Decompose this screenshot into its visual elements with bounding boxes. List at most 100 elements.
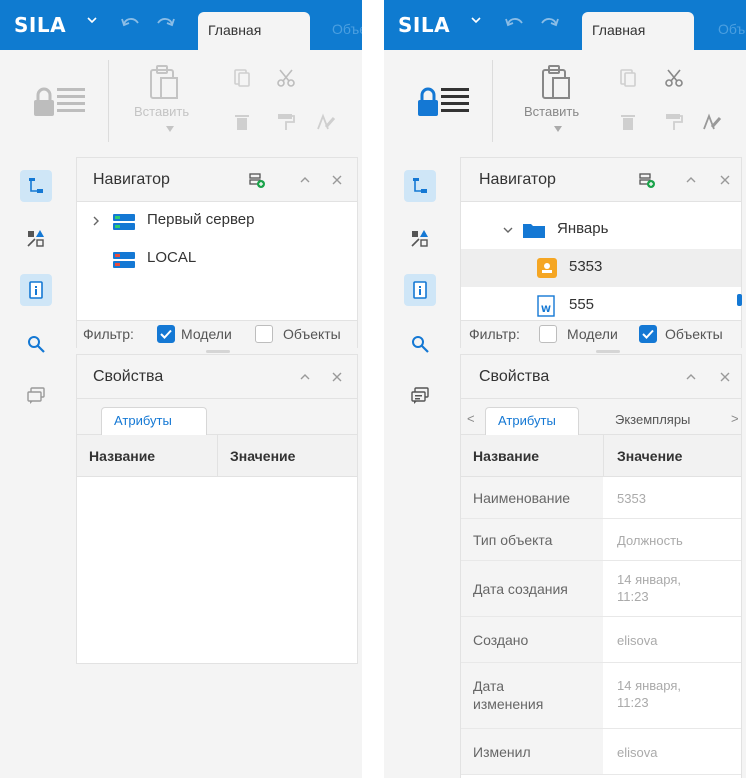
chevron-down-icon[interactable] (86, 14, 98, 26)
collapse-icon[interactable] (683, 369, 699, 385)
side-toolbar (0, 150, 76, 778)
chevron-down-icon[interactable] (554, 126, 562, 132)
properties-button[interactable] (404, 274, 436, 306)
column-value-header[interactable]: Значение (617, 448, 682, 464)
column-divider[interactable] (603, 435, 604, 477)
close-icon[interactable] (329, 369, 345, 385)
column-divider[interactable] (217, 435, 218, 477)
paste-icon[interactable] (148, 64, 182, 102)
property-row[interactable]: Изменил elisova (461, 729, 741, 775)
app-logo[interactable]: SILA (398, 13, 450, 37)
paste-label[interactable]: Вставить (134, 104, 189, 119)
comments-button[interactable] (404, 380, 436, 412)
properties-button[interactable] (20, 274, 52, 306)
property-key-cell: Тип объекта (461, 519, 603, 560)
shapes-button[interactable] (20, 222, 52, 254)
lock-list-icon[interactable] (414, 82, 474, 122)
objects-checkbox[interactable] (639, 325, 657, 343)
tree-item[interactable]: LOCAL (77, 240, 357, 278)
svg-text:W: W (541, 305, 551, 315)
column-value-header[interactable]: Значение (230, 448, 295, 464)
collapse-icon[interactable] (297, 369, 313, 385)
property-row[interactable]: Наименование 5353 (461, 477, 741, 519)
property-row[interactable]: Дата создания 14 января, 11:23 (461, 561, 741, 617)
copy-icon[interactable] (618, 68, 638, 88)
tab-attributes[interactable]: Атрибуты (485, 407, 579, 435)
tree-item[interactable]: 5353 (461, 249, 741, 287)
tab-instances[interactable]: Экземпляры (615, 412, 690, 427)
collapse-icon[interactable] (297, 172, 313, 188)
tabs-scroll-right-icon[interactable]: > (731, 411, 739, 426)
splitter-handle[interactable] (596, 350, 620, 353)
tree-item[interactable]: Первый сервер (77, 202, 357, 240)
undo-icon[interactable] (120, 15, 142, 29)
property-row[interactable]: Дата изменения 14 января, 11:23 (461, 663, 741, 729)
chevron-down-icon[interactable] (470, 14, 482, 26)
tab-objects[interactable]: Объекты (718, 21, 746, 37)
navigator-header: Навигатор (77, 158, 357, 202)
text-format-icon[interactable] (316, 112, 336, 132)
tab-home[interactable]: Главная (198, 12, 310, 50)
property-row[interactable]: Тип объекта Должность (461, 519, 741, 561)
lock-list-icon[interactable] (30, 82, 90, 122)
side-toolbar (384, 150, 460, 778)
navigator-panel: Навигатор Первый сервер LOCAL Фильтр: Мо… (76, 157, 358, 348)
navigator-button[interactable] (404, 170, 436, 202)
grid-header: Название Значение (77, 435, 357, 477)
cut-icon[interactable] (276, 68, 296, 88)
add-server-icon[interactable] (249, 172, 265, 188)
cut-icon[interactable] (664, 68, 684, 88)
property-key-cell: Наименование (461, 477, 603, 518)
search-button[interactable] (20, 328, 52, 360)
tab-objects[interactable]: Объекты (332, 21, 362, 37)
app-logo[interactable]: SILA (14, 13, 66, 37)
property-row[interactable]: Создано elisova (461, 617, 741, 663)
objects-checkbox[interactable] (255, 325, 273, 343)
close-icon[interactable] (329, 172, 345, 188)
tree-item-label: Первый сервер (147, 211, 255, 228)
comments-icon (27, 387, 45, 404)
splitter-handle[interactable] (206, 350, 230, 353)
copy-icon[interactable] (232, 68, 252, 88)
redo-icon[interactable] (538, 15, 560, 29)
scrollbar-thumb[interactable] (737, 294, 742, 306)
tab-attributes[interactable]: Атрибуты (101, 407, 207, 435)
search-button[interactable] (404, 328, 436, 360)
column-name-header[interactable]: Название (473, 448, 539, 464)
chevron-down-icon[interactable] (503, 225, 513, 235)
close-icon[interactable] (717, 369, 733, 385)
models-checkbox[interactable] (157, 325, 175, 343)
chevron-down-icon[interactable] (166, 126, 174, 132)
paste-icon[interactable] (540, 64, 574, 102)
collapse-icon[interactable] (683, 172, 699, 188)
undo-icon[interactable] (504, 15, 526, 29)
close-icon[interactable] (717, 172, 733, 188)
search-icon (412, 336, 429, 353)
models-label[interactable]: Модели (567, 326, 618, 342)
document-info-icon (413, 281, 427, 299)
properties-title: Свойства (479, 368, 550, 385)
column-name-header[interactable]: Название (89, 448, 155, 464)
chevron-right-icon[interactable] (91, 216, 101, 226)
models-checkbox[interactable] (539, 325, 557, 343)
add-server-icon[interactable] (639, 172, 655, 188)
paint-roller-icon[interactable] (276, 112, 296, 132)
paste-label[interactable]: Вставить (524, 104, 579, 119)
delete-icon[interactable] (618, 112, 638, 132)
text-format-icon[interactable] (702, 112, 722, 132)
tree-item[interactable]: Январь (461, 211, 741, 249)
tabs-scroll-left-icon[interactable]: < (467, 411, 475, 426)
delete-icon[interactable] (232, 112, 252, 132)
tab-home[interactable]: Главная (582, 12, 694, 50)
objects-label[interactable]: Объекты (665, 326, 723, 342)
title-bar: SILA Главная Объекты (384, 0, 746, 50)
models-label[interactable]: Модели (181, 326, 232, 342)
shapes-icon (411, 230, 428, 247)
navigator-button[interactable] (20, 170, 52, 202)
shapes-button[interactable] (404, 222, 436, 254)
paint-roller-icon[interactable] (664, 112, 684, 132)
redo-icon[interactable] (154, 15, 176, 29)
property-value: 5353 (617, 491, 646, 506)
comments-button[interactable] (20, 380, 52, 412)
objects-label[interactable]: Объекты (283, 326, 341, 342)
